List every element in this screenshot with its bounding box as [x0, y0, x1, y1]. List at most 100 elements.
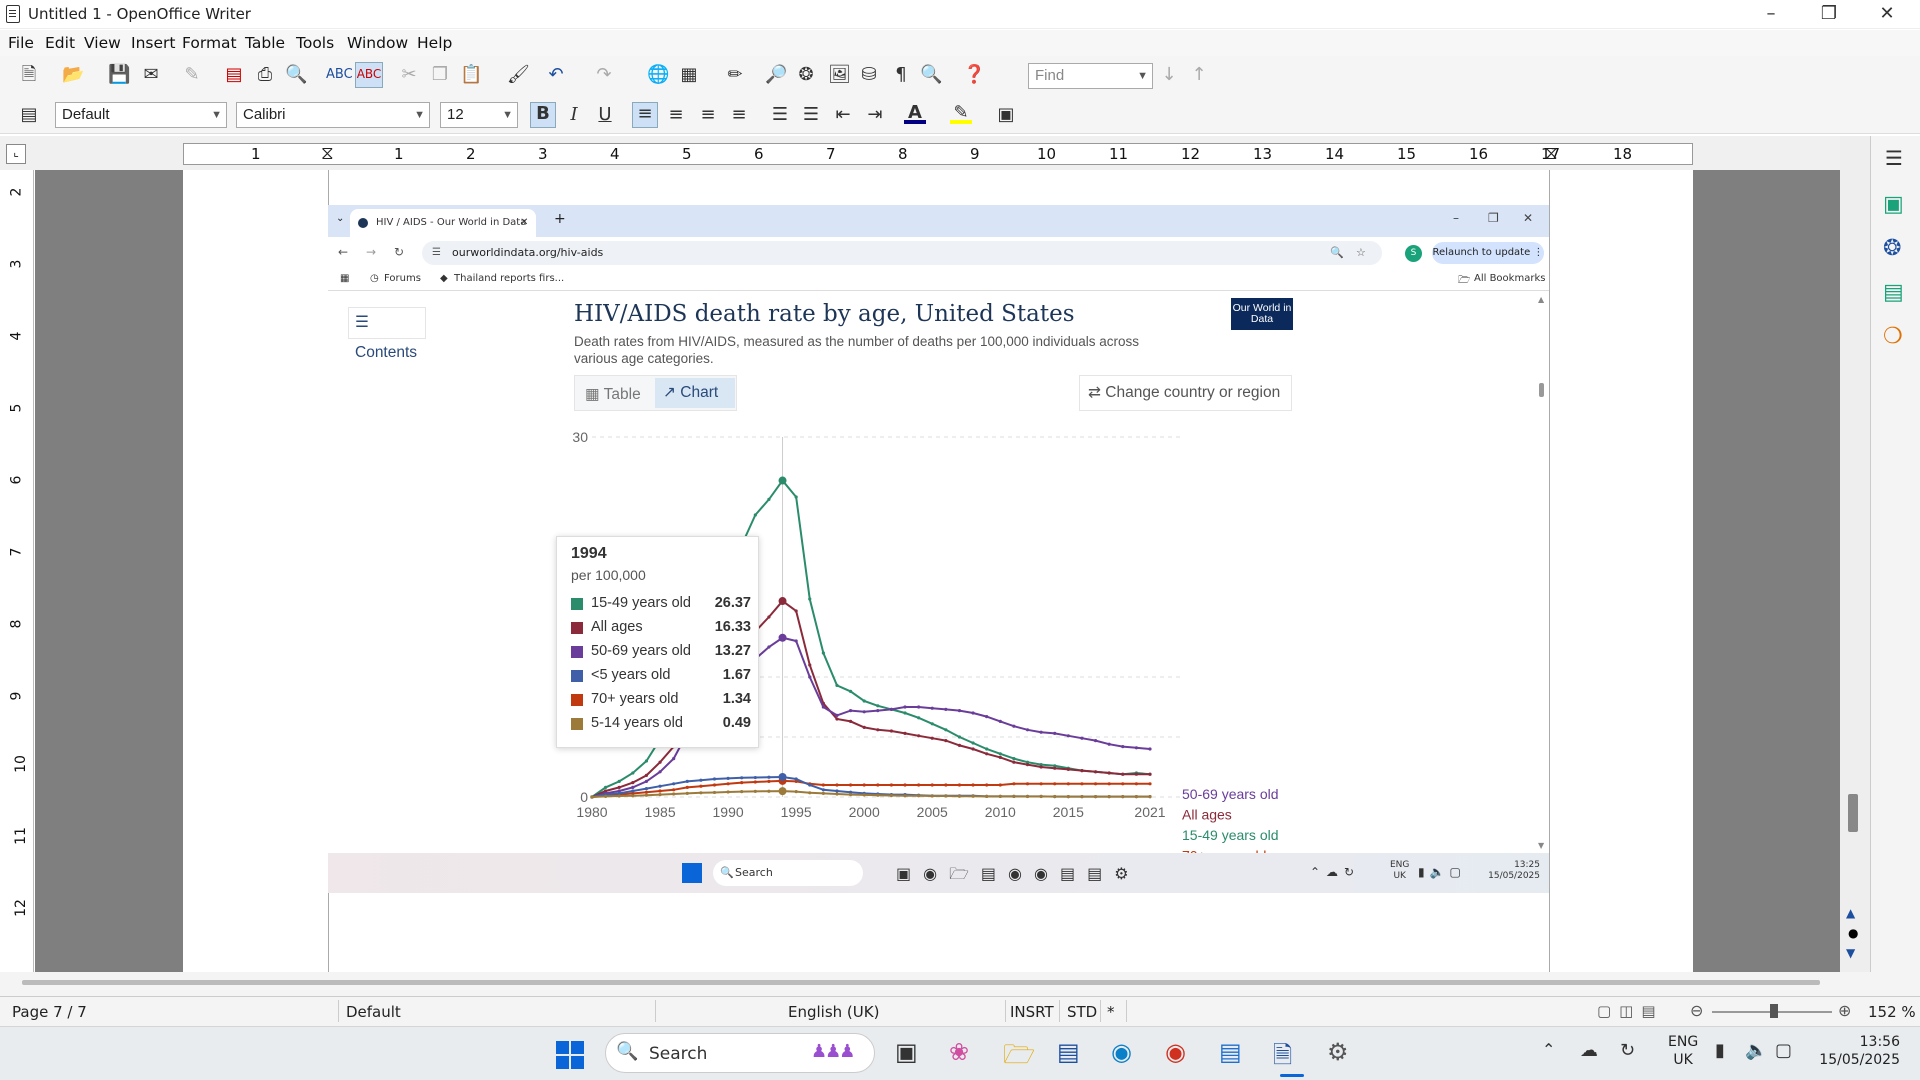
cut-icon[interactable]: ✂	[398, 64, 420, 86]
italic-icon[interactable]: I	[563, 104, 585, 126]
clone-formatting-icon[interactable]: 🖌	[507, 64, 530, 86]
paragraph-style-select[interactable]: Default ▼	[55, 102, 227, 128]
zoom-icon[interactable]: 🔍	[920, 64, 942, 86]
align-right-icon[interactable]: ≡	[697, 104, 719, 126]
find-previous-icon[interactable]: ↑	[1188, 64, 1210, 86]
align-left-icon[interactable]: ≡	[632, 102, 658, 128]
paste-icon[interactable]: 📋	[460, 64, 482, 86]
font-name-select[interactable]: Calibri ▼	[236, 102, 430, 128]
minimize-button[interactable]: –	[1742, 0, 1800, 29]
zoom-in-icon[interactable]: ⊕	[1838, 1001, 1851, 1020]
start-icon[interactable]	[556, 1041, 584, 1069]
zoom-level[interactable]: 152 %	[1868, 1003, 1916, 1021]
properties-icon[interactable]: ▣	[1883, 192, 1904, 217]
photos-icon[interactable]: ▤	[1219, 1038, 1242, 1066]
store-icon[interactable]: ▤	[1057, 1038, 1080, 1066]
selection-mode[interactable]: STD	[1067, 1003, 1097, 1021]
open-folder-icon[interactable]: 📂	[62, 64, 84, 86]
table-icon[interactable]: ▦	[678, 64, 700, 86]
background-color-icon[interactable]: ▣	[995, 104, 1017, 126]
sync-icon[interactable]: ↻	[1620, 1040, 1635, 1061]
help-icon[interactable]: ❓	[963, 64, 985, 86]
insert-mode[interactable]: INSRT	[1010, 1003, 1054, 1021]
zoom-slider-handle[interactable]	[1770, 1004, 1778, 1018]
scroll-thumb[interactable]	[1848, 794, 1858, 832]
page-style[interactable]: Default	[346, 1003, 401, 1021]
font-color-icon[interactable]: A	[904, 102, 926, 124]
page-number[interactable]: Page 7 / 7	[12, 1003, 87, 1021]
gallery-icon[interactable]: ▤	[1883, 280, 1904, 305]
print-icon[interactable]: ⎙	[254, 64, 276, 86]
bullets-icon[interactable]: ☰	[800, 104, 822, 126]
edge-icon[interactable]: ◉	[1111, 1038, 1132, 1066]
formatting-marks-icon[interactable]: ¶	[890, 64, 912, 86]
task-view-icon[interactable]: ▣	[895, 1038, 918, 1066]
decrease-indent-icon[interactable]: ⇤	[832, 104, 854, 126]
save-icon[interactable]: 💾	[108, 64, 130, 86]
sidebar-menu-icon[interactable]: ☰	[1885, 146, 1903, 170]
next-page-icon[interactable]: ▼	[1846, 946, 1855, 960]
settings-icon[interactable]: ⚙	[1327, 1038, 1349, 1066]
hyperlink-icon[interactable]: 🌐	[647, 64, 669, 86]
menu-view[interactable]: View	[84, 34, 121, 52]
data-sources-icon[interactable]: ⛁	[858, 64, 880, 86]
copilot-icon[interactable]: ❀	[949, 1038, 969, 1066]
chrome-icon[interactable]: ◉	[1165, 1038, 1186, 1066]
styles-formatting-icon[interactable]: ▤	[18, 104, 40, 126]
left-indent-marker[interactable]: ⧖	[321, 144, 334, 164]
system-clock[interactable]: 13:56 15/05/2025	[1800, 1033, 1900, 1069]
increase-indent-icon[interactable]: ⇥	[864, 104, 886, 126]
menu-window[interactable]: Window	[347, 34, 408, 52]
bold-icon[interactable]: B	[530, 102, 556, 128]
onedrive-icon[interactable]: ☁	[1580, 1040, 1598, 1061]
autospellcheck-icon[interactable]: ABC	[355, 62, 383, 88]
justify-icon[interactable]: ≡	[728, 104, 750, 126]
navigator-compass-icon[interactable]: ❍	[1883, 324, 1903, 349]
highlighting-icon[interactable]: ✎	[950, 102, 972, 124]
right-indent-marker[interactable]: ⧖	[1545, 144, 1558, 164]
find-input[interactable]: Find ▼	[1028, 63, 1153, 89]
horizontal-scrollbar[interactable]	[0, 972, 1920, 996]
vertical-ruler[interactable]: 2 3 4 5 6 7 8 9 10 11 12	[4, 170, 34, 972]
menu-table[interactable]: Table	[245, 34, 285, 52]
edit-file-icon[interactable]: ✎	[181, 64, 203, 86]
find-next-icon[interactable]: ↓	[1158, 64, 1180, 86]
menu-tools[interactable]: Tools	[296, 34, 334, 52]
align-center-icon[interactable]: ≡	[665, 104, 687, 126]
volume-icon[interactable]: 🔈	[1745, 1040, 1767, 1061]
view-layout-icons[interactable]: ▢◫▤	[1597, 1002, 1664, 1020]
taskbar-search-box[interactable]: 🔍 Search ♟♟♟	[605, 1033, 875, 1073]
menu-insert[interactable]: Insert	[131, 34, 175, 52]
redo-icon[interactable]: ↷	[593, 64, 615, 86]
draw-functions-icon[interactable]: ✏	[724, 64, 746, 86]
close-button[interactable]: ✕	[1858, 0, 1916, 29]
tab-stop-selector[interactable]: ⌞	[6, 144, 26, 164]
h-scroll-thumb[interactable]	[22, 980, 1820, 985]
copy-icon[interactable]: ❐	[429, 64, 451, 86]
menu-edit[interactable]: Edit	[45, 34, 75, 52]
navigator-icon[interactable]: ❂	[795, 64, 817, 86]
file-explorer-icon[interactable]: 🗁	[1003, 1036, 1035, 1080]
embedded-screenshot-image[interactable]: ⌄ HIV / AIDS - Our World in Data ✕ + – ❐…	[328, 205, 1549, 893]
input-language[interactable]: ENG UK	[1668, 1033, 1698, 1069]
horizontal-ruler[interactable]: 1 1 2 3 4 5 6 7 8 9 10 11 12 13 14 15 16…	[183, 143, 1693, 165]
new-document-icon[interactable]: 🗎	[18, 64, 40, 86]
styles-icon[interactable]: ❂	[1883, 236, 1901, 261]
document-language[interactable]: English (UK)	[788, 1003, 879, 1021]
find-replace-icon[interactable]: 🔎	[765, 64, 787, 86]
spellcheck-icon[interactable]: ABC	[326, 64, 353, 86]
vertical-scrollbar[interactable]: ▲ ● ▼	[1840, 136, 1870, 972]
gallery-icon[interactable]: 🖼	[828, 64, 851, 86]
underline-icon[interactable]: U	[594, 104, 616, 126]
navigation-icon[interactable]: ●	[1848, 926, 1858, 940]
previous-page-icon[interactable]: ▲	[1846, 906, 1855, 920]
menu-help[interactable]: Help	[417, 34, 452, 52]
show-hidden-icons[interactable]: ⌃	[1542, 1040, 1555, 1059]
font-size-select[interactable]: 12 ▼	[440, 102, 518, 128]
numbering-icon[interactable]: ☰	[769, 104, 791, 126]
menu-format[interactable]: Format	[182, 34, 237, 52]
zoom-out-icon[interactable]: ⊖	[1690, 1001, 1703, 1020]
page-preview-icon[interactable]: 🔍	[285, 64, 307, 86]
openoffice-writer-taskbar-icon[interactable]: 🗎	[1273, 1038, 1292, 1079]
network-icon[interactable]: ▮	[1715, 1040, 1725, 1061]
